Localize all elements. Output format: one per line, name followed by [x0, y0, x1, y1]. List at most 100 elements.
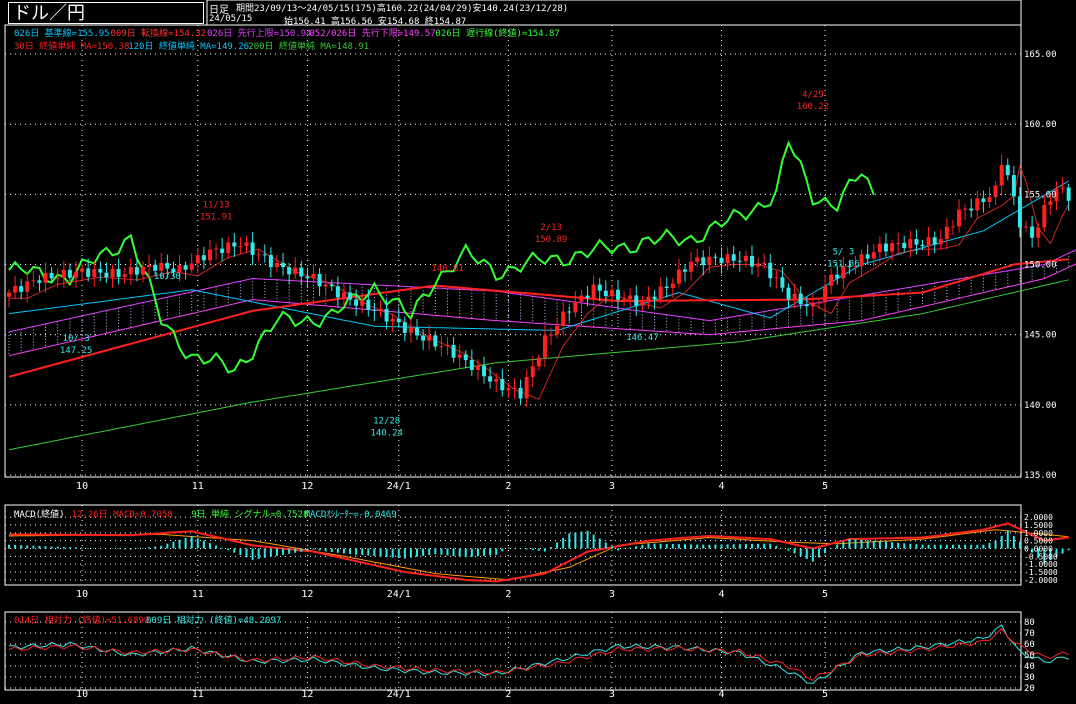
candle-up — [658, 286, 663, 300]
candle-down — [780, 277, 785, 288]
candle-down — [713, 256, 718, 258]
price-annotation: 10/ 3 — [63, 334, 90, 344]
candle-up — [829, 274, 834, 286]
y-tick-label: 20 — [1024, 684, 1035, 694]
x-tick-label: 4 — [719, 589, 725, 600]
candle-down — [652, 296, 657, 300]
candle-down — [402, 322, 407, 333]
candle-up — [908, 239, 913, 249]
candle-up — [274, 262, 279, 268]
candle-up — [475, 365, 480, 370]
legend-item: MACDｵｼﾚｰﾀｰ=-0.0469 — [305, 509, 397, 520]
candle-up — [530, 366, 535, 378]
candle-down — [768, 262, 773, 279]
rsi14-line — [8, 627, 1069, 682]
x-tick-label: 10 — [76, 481, 88, 492]
candle-down — [500, 378, 505, 391]
candle-up — [689, 261, 694, 272]
y-tick-label: 165.00 — [1024, 50, 1057, 60]
candle-up — [725, 254, 730, 264]
candle-up — [1042, 204, 1047, 228]
candle-down — [737, 260, 742, 262]
y-tick-label: -2.0000 — [1024, 576, 1058, 585]
candle-down — [469, 359, 474, 370]
x-tick-label: 2 — [505, 689, 511, 700]
candle-up — [555, 325, 560, 335]
header-box — [206, 0, 1022, 26]
candle-up — [999, 164, 1004, 186]
candle-up — [561, 311, 566, 326]
candle-up — [622, 299, 627, 301]
candle-down — [281, 262, 286, 268]
y-tick-label: 155.00 — [1024, 190, 1057, 200]
candle-up — [896, 242, 901, 244]
candle-up — [7, 292, 11, 297]
candle-down — [969, 208, 974, 211]
candle-up — [140, 267, 145, 275]
candle-up — [591, 284, 596, 299]
x-tick-label: 12 — [301, 689, 313, 700]
y-tick-label: 145.00 — [1024, 331, 1057, 341]
candle-up — [341, 292, 346, 298]
candle-up — [549, 334, 554, 336]
candle-down — [597, 284, 602, 291]
x-tick-label: 3 — [609, 689, 615, 700]
price-annotation: 2/13 — [540, 223, 562, 233]
candle-down — [37, 280, 42, 283]
legend-item: 052/026日 先行下限=149.57 — [309, 27, 435, 39]
candle-down — [786, 287, 791, 300]
candle-up — [43, 272, 48, 283]
candle-down — [329, 284, 334, 287]
candle-down — [883, 243, 888, 252]
candle-down — [731, 254, 736, 261]
candle-down — [134, 267, 139, 275]
price-annotation: 148.81 — [431, 264, 464, 274]
candle-up — [695, 257, 700, 262]
candle-up — [938, 239, 943, 245]
candle-down — [165, 262, 170, 269]
candle-up — [579, 295, 584, 302]
candle-down — [183, 265, 188, 270]
y-tick-label: 50 — [1024, 651, 1035, 661]
candle-down — [719, 257, 724, 264]
x-tick-label: 10 — [76, 689, 88, 700]
price-annotation: 147.25 — [60, 346, 93, 356]
candle-down — [104, 272, 109, 278]
candle-up — [743, 255, 748, 262]
candle-up — [31, 280, 36, 282]
candle-down — [914, 239, 919, 245]
y-tick-label: 140.00 — [1024, 401, 1057, 411]
price-annotation: 150.89 — [535, 235, 568, 245]
candle-up — [25, 281, 30, 292]
candle-up — [445, 344, 450, 347]
x-tick-label: 11 — [192, 481, 204, 492]
candle-down — [835, 274, 840, 279]
candle-down — [488, 376, 493, 382]
x-tick-label: 12 — [301, 589, 313, 600]
candle-down — [634, 295, 639, 306]
candle-up — [494, 378, 499, 382]
legend-item: 026日 遅行線(終値)=154.87 — [435, 27, 559, 39]
x-tick-label: 3 — [609, 589, 615, 600]
candle-up — [810, 303, 815, 307]
y-tick-label: 30 — [1024, 673, 1035, 683]
candle-up — [256, 254, 261, 256]
candle-down — [396, 318, 401, 323]
candle-down — [220, 248, 225, 254]
candle-down — [49, 272, 54, 279]
x-tick-label: 10 — [76, 589, 88, 600]
candle-up — [963, 208, 968, 210]
legend-item: MACD(終値) — [14, 508, 65, 520]
candle-down — [348, 292, 353, 300]
candle-down — [116, 269, 121, 277]
candle-up — [360, 299, 365, 306]
x-tick-label: 4 — [719, 689, 725, 700]
candle-up — [323, 284, 328, 287]
price-annotation: 5/ 3 — [833, 247, 855, 257]
candle-down — [1030, 226, 1035, 238]
candle-up — [390, 318, 395, 322]
candle-up — [646, 296, 651, 301]
candle-up — [110, 269, 115, 278]
candle-down — [1066, 187, 1071, 201]
candle-up — [609, 289, 614, 297]
